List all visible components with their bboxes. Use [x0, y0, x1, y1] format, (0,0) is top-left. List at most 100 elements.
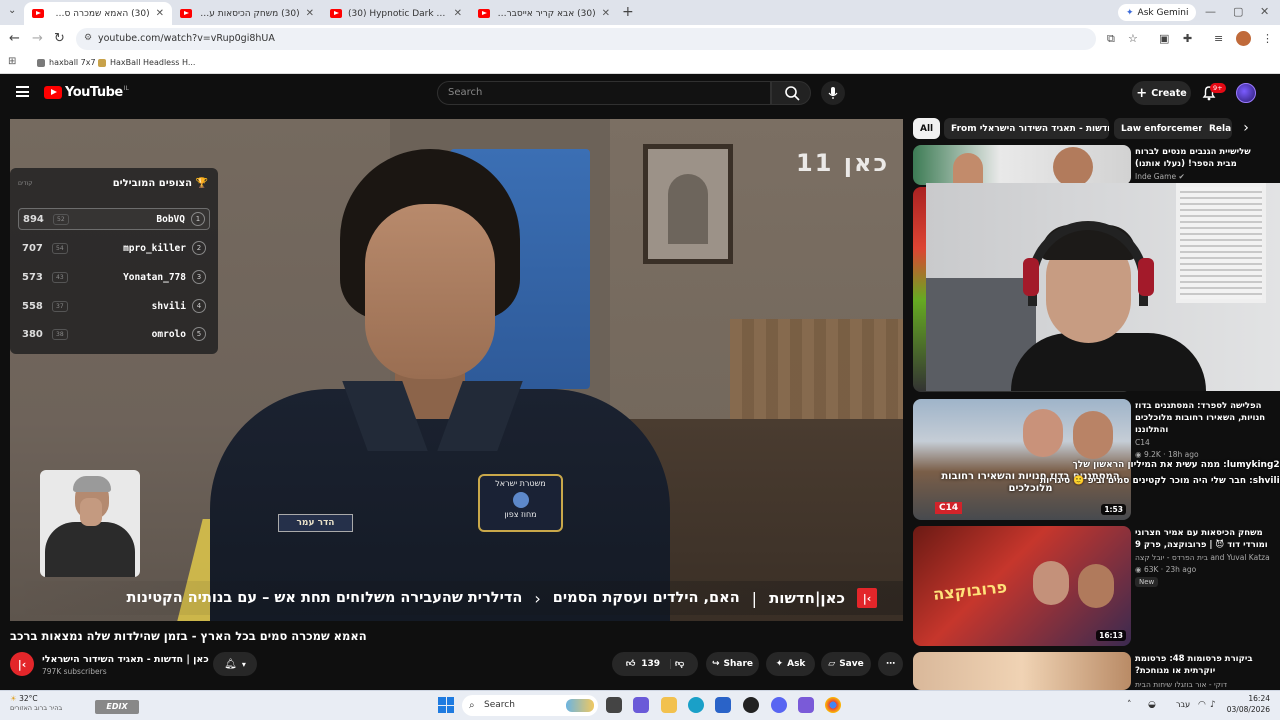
- video-duration: 16:13: [1096, 630, 1126, 641]
- tab-search-icon[interactable]: ⌄: [8, 5, 16, 16]
- dislike-button[interactable]: 👎︎: [675, 659, 684, 669]
- notification-preference-button[interactable]: 🔔︎ ▾: [213, 652, 257, 676]
- browser-tab[interactable]: (30) משחק הכיסאות עם אמיר ✕: [172, 2, 322, 25]
- kan-news-icon: |‹: [857, 588, 877, 608]
- weather-widget[interactable]: ☀ 32°C: [10, 694, 38, 703]
- cast-icon[interactable]: ⧉: [1107, 32, 1115, 46]
- browser-profile-avatar[interactable]: [1236, 31, 1251, 46]
- close-tab-icon[interactable]: ✕: [306, 8, 314, 19]
- file-explorer-icon[interactable]: [661, 697, 677, 713]
- bookmark-item[interactable]: haxball 7x7: [37, 58, 96, 67]
- youtube-favicon-icon: [32, 9, 44, 18]
- recommendation-channel: בית הפרדס - יובל קצה and Yuval Katza: [1135, 553, 1270, 562]
- recommendation-title[interactable]: שלישיית הגנבים מנסים לברוח מבית הספר! (נ…: [1135, 146, 1270, 170]
- more-dots-icon: ⋯: [886, 659, 895, 669]
- channel-avatar[interactable]: |‹: [10, 652, 34, 676]
- recommendation-thumbnail[interactable]: [913, 145, 1131, 185]
- recommendation-title[interactable]: ביקורת פרסומות 48: פרסומת יוקרתית או מגו…: [1135, 653, 1270, 677]
- wifi-icon[interactable]: ◠: [1198, 700, 1206, 710]
- leaderboard-hint: קודים: [18, 180, 33, 187]
- chip-related[interactable]: Rela: [1202, 118, 1232, 139]
- discord-icon[interactable]: [771, 697, 787, 713]
- chip-law-enforcement[interactable]: Law enforcement: [1114, 118, 1216, 139]
- voice-search-button[interactable]: [821, 81, 845, 105]
- forward-icon[interactable]: →: [32, 31, 43, 46]
- create-button[interactable]: + Create: [1132, 81, 1191, 105]
- new-tab-button[interactable]: +: [622, 4, 634, 20]
- bookmark-star-icon[interactable]: ☆: [1128, 32, 1138, 45]
- close-tab-icon[interactable]: ✕: [454, 8, 462, 19]
- puzzle-icon[interactable]: ✚: [1183, 32, 1192, 45]
- viewer-rank: 5: [192, 327, 206, 341]
- recommendation-channel: Inde Game ✔: [1135, 172, 1185, 181]
- minimize-icon[interactable]: —: [1205, 5, 1216, 18]
- bookmark-label: haxball 7x7: [49, 58, 96, 67]
- live-icon: ◉: [1135, 450, 1142, 459]
- search-highlight-icon: [566, 699, 594, 712]
- store-icon[interactable]: [715, 697, 731, 713]
- reload-icon[interactable]: ↻: [54, 31, 65, 46]
- share-label: Share: [723, 659, 754, 669]
- weather-desc: בהיר ברוב האזורים: [10, 704, 63, 712]
- teams-icon[interactable]: [633, 697, 649, 713]
- recommendation-title[interactable]: הפלישה לספרד: המסתננים בדוז חנויות, השאי…: [1135, 400, 1270, 436]
- more-actions-button[interactable]: ⋯: [878, 652, 903, 676]
- search-button[interactable]: [771, 81, 811, 105]
- share-button[interactable]: ↪ Share: [706, 652, 759, 676]
- media-icon[interactable]: ≡: [1214, 32, 1223, 45]
- leaderboard-row: 380 38 omrolo 5: [18, 323, 210, 345]
- input-language[interactable]: עבר: [1176, 700, 1190, 709]
- sign-language-interpreter: [40, 470, 140, 577]
- steam-icon[interactable]: [743, 697, 759, 713]
- police-patch: משטרת ישראל מחוז צפון: [478, 474, 563, 532]
- chevron-right-icon[interactable]: ›: [1235, 117, 1257, 139]
- recommendation-thumbnail[interactable]: [913, 652, 1131, 690]
- ask-gemini-button[interactable]: ✦ Ask Gemini: [1118, 4, 1197, 21]
- viewer-name: mpro_killer: [123, 242, 186, 254]
- thumb-person: [1023, 409, 1063, 457]
- site-info-icon[interactable]: ⚙: [84, 33, 92, 43]
- save-button[interactable]: ▱ Save: [821, 652, 871, 676]
- close-tab-icon[interactable]: ✕: [156, 8, 164, 19]
- recommendation-thumbnail[interactable]: פרובוקצה 16:13: [913, 526, 1131, 646]
- url-field[interactable]: youtube.com/watch?v=vRup0gi8hUA: [76, 28, 1096, 50]
- account-avatar[interactable]: [1236, 83, 1256, 103]
- ticker-separator: |: [751, 588, 758, 608]
- maximize-icon[interactable]: ▢: [1233, 5, 1243, 18]
- viewer-rank: 3: [192, 270, 206, 284]
- tab-title: (30) אבא קריר אייסברג: כל ההי: [496, 8, 596, 19]
- ask-button[interactable]: ✦ Ask: [766, 652, 815, 676]
- volume-icon[interactable]: ♪: [1210, 700, 1216, 710]
- recommendation-title[interactable]: משחק הכיסאות עם אמיר חצרוני ומורדי דוד 😈…: [1135, 527, 1270, 551]
- edge-icon[interactable]: [688, 697, 704, 713]
- extension-icon[interactable]: ▣: [1159, 32, 1169, 45]
- viewer-pill: 43: [52, 271, 68, 283]
- chevron-down-icon: ▾: [241, 659, 246, 669]
- search-input[interactable]: Search: [437, 81, 771, 105]
- chip-from-channel[interactable]: From כאן | חדשות - תאגיד השידור הישראלי: [944, 118, 1109, 139]
- close-window-icon[interactable]: ✕: [1260, 5, 1269, 18]
- browser-tab[interactable]: (30) Hypnotic Dark Code | Futur ✕: [322, 2, 470, 25]
- back-icon[interactable]: ←: [9, 31, 20, 46]
- close-tab-icon[interactable]: ✕: [602, 8, 610, 19]
- tray-chevron-icon[interactable]: ˄: [1127, 700, 1132, 710]
- bookmark-item[interactable]: HaxBall Headless H...: [98, 58, 195, 67]
- chip-all[interactable]: All: [913, 118, 941, 139]
- clock-time[interactable]: 16:24: [1224, 694, 1270, 703]
- like-button[interactable]: 👍︎ 139: [626, 659, 672, 669]
- channel-name[interactable]: כאן | חדשות - תאגיד השידור הישראלי: [42, 654, 209, 665]
- app-icon[interactable]: [798, 697, 814, 713]
- clock-date[interactable]: 03/08/2026: [1224, 705, 1270, 714]
- chrome-icon[interactable]: [825, 697, 841, 713]
- browser-tab[interactable]: (30) אבא קריר אייסברג: כל ההי ✕: [470, 2, 618, 25]
- taskbar-search-input[interactable]: ⌕ Search: [462, 695, 598, 716]
- tray-app-icon[interactable]: ◒: [1148, 700, 1156, 710]
- police-emblem-icon: [512, 492, 529, 508]
- browser-tab-active[interactable]: (30) האמא שמכרה סמים בכל ה ✕: [24, 2, 172, 25]
- menu-dots-icon[interactable]: ⋮: [1262, 32, 1273, 45]
- windows-start-icon[interactable]: [438, 697, 454, 713]
- youtube-logo[interactable]: YouTube IL: [44, 85, 129, 100]
- hamburger-menu-icon[interactable]: [16, 86, 29, 97]
- apps-grid-icon[interactable]: ⊞: [8, 56, 16, 67]
- task-view-icon[interactable]: [606, 697, 622, 713]
